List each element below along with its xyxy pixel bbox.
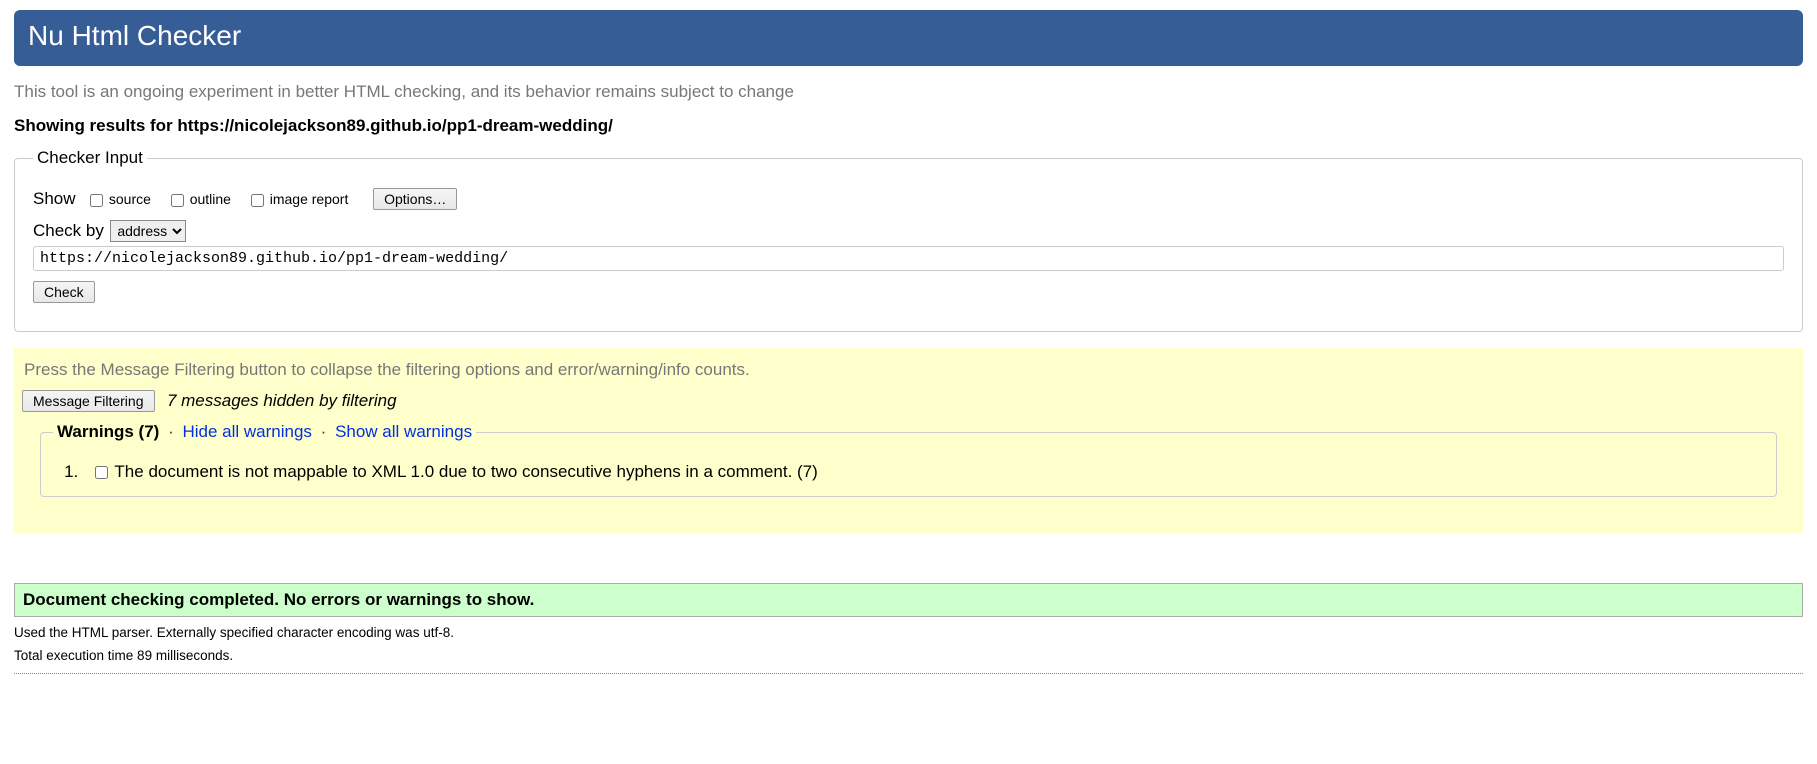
image-report-checkbox-label[interactable]: image report: [247, 191, 352, 207]
check-by-select[interactable]: address: [110, 220, 186, 242]
separator-dot: ·: [321, 422, 327, 441]
warning-list-item: The document is not mappable to XML 1.0 …: [83, 462, 1764, 482]
check-by-label: Check by: [33, 221, 104, 240]
message-filtering-button[interactable]: Message Filtering: [22, 390, 155, 412]
page-header: Nu Html Checker: [14, 10, 1803, 66]
parser-info: Used the HTML parser. Externally specifi…: [14, 625, 1803, 640]
warnings-fieldset: Warnings (7) · Hide all warnings · Show …: [40, 422, 1777, 497]
hide-all-warnings-link[interactable]: Hide all warnings: [182, 422, 311, 441]
warnings-legend: Warnings (7) · Hide all warnings · Show …: [53, 422, 476, 442]
show-all-warnings-link[interactable]: Show all warnings: [335, 422, 472, 441]
image-report-checkbox[interactable]: [251, 194, 264, 207]
outline-checkbox-text: outline: [190, 191, 231, 207]
image-report-checkbox-text: image report: [270, 191, 349, 207]
warnings-list: The document is not mappable to XML 1.0 …: [53, 462, 1764, 482]
source-checkbox-text: source: [109, 191, 151, 207]
warnings-count-title: Warnings (7): [57, 422, 159, 441]
execution-time: Total execution time 89 milliseconds.: [14, 648, 1803, 663]
message-filtering-box: Press the Message Filtering button to co…: [14, 348, 1803, 533]
source-checkbox[interactable]: [90, 194, 103, 207]
outline-checkbox[interactable]: [171, 194, 184, 207]
url-input[interactable]: [33, 246, 1784, 271]
check-by-row: Check by address: [33, 220, 1784, 271]
tool-description: This tool is an ongoing experiment in be…: [14, 82, 1803, 102]
check-row: Check: [33, 281, 1784, 303]
warning-item-checkbox[interactable]: [95, 466, 108, 479]
filtering-hint: Press the Message Filtering button to co…: [24, 360, 1795, 380]
show-label: Show: [33, 189, 76, 208]
page-title: Nu Html Checker: [28, 16, 1789, 56]
source-checkbox-label[interactable]: source: [86, 191, 155, 207]
success-message: Document checking completed. No errors o…: [14, 583, 1803, 617]
warning-item-text: The document is not mappable to XML 1.0 …: [114, 462, 817, 481]
separator-dot: ·: [168, 422, 174, 441]
checker-input-legend: Checker Input: [33, 148, 147, 168]
check-button[interactable]: Check: [33, 281, 95, 303]
options-button[interactable]: Options…: [373, 188, 457, 210]
hidden-messages-text: 7 messages hidden by filtering: [167, 391, 397, 410]
checker-input-fieldset: Checker Input Show source outline image …: [14, 148, 1803, 332]
outline-checkbox-label[interactable]: outline: [167, 191, 235, 207]
footer-divider: [14, 673, 1803, 674]
results-for-heading: Showing results for https://nicolejackso…: [14, 116, 1803, 136]
show-row: Show source outline image report Options…: [33, 188, 1784, 210]
